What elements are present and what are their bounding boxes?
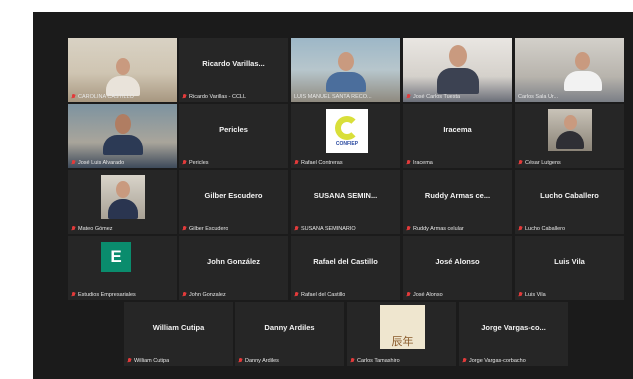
participant-display-name: Pericles — [219, 125, 248, 134]
participant-display-name: Ricardo Varillas... — [202, 59, 265, 68]
participant-name-label: Estudios Empresariales — [71, 292, 174, 298]
muted-mic-icon — [71, 94, 76, 100]
muted-mic-icon — [406, 160, 411, 166]
participant-tile[interactable]: Lucho Caballero Lucho Caballero — [515, 170, 624, 234]
participant-tile[interactable]: José Alonso José Alonso — [403, 236, 512, 300]
participant-name-label: Lucho Caballero — [518, 226, 621, 232]
participant-tile[interactable]: Rafael del Castillo Rafael del Castillo — [291, 236, 400, 300]
muted-mic-icon — [294, 292, 299, 298]
participant-tile[interactable]: Danny Ardiles Danny Ardiles — [235, 302, 344, 366]
participant-tile[interactable]: 辰年 Carlos Tamashiro — [347, 302, 456, 366]
participant-name-label: Ruddy Armas celular — [406, 226, 509, 232]
participant-tile[interactable]: Iracema Iracema — [403, 104, 512, 168]
participant-display-name: William Cutipa — [152, 323, 205, 332]
participant-figure — [436, 45, 479, 94]
avatar-letter: E — [101, 242, 131, 272]
participant-display-name: John González — [207, 257, 260, 266]
participant-display-name: Ruddy Armas ce... — [424, 191, 491, 200]
participant-name-label: Rafael Contreras — [294, 160, 397, 166]
participant-display-name: Jorge Vargas-co... — [481, 323, 546, 332]
participant-tile[interactable]: E Estudios Empresariales — [68, 236, 177, 300]
muted-mic-icon — [518, 160, 523, 166]
muted-mic-icon — [127, 358, 132, 364]
participant-name-label: Rafael del Castillo — [294, 292, 397, 298]
participant-profile-art: 辰年 — [380, 305, 425, 349]
participant-name-label: Pericles — [182, 160, 285, 166]
participant-name-label: César Lutgens — [518, 160, 621, 166]
participant-name-label: LUIS MANUEL SANTA RECO... — [294, 94, 372, 100]
muted-mic-icon — [182, 226, 187, 232]
confiep-logo: CONFIEP — [326, 109, 368, 153]
participant-tile[interactable]: Jorge Vargas-co... Jorge Vargas-corbacho — [459, 302, 568, 366]
muted-mic-icon — [71, 226, 76, 232]
muted-mic-icon — [294, 160, 299, 166]
participant-name-label: Jorge Vargas-corbacho — [462, 358, 565, 364]
muted-mic-icon — [350, 358, 355, 364]
muted-mic-icon — [518, 226, 523, 232]
participant-photo — [101, 175, 145, 219]
participant-tile[interactable]: CAROLINA CASTILLO — [68, 38, 177, 102]
participant-tile-active-speaker[interactable]: LUIS MANUEL SANTA RECO... — [291, 38, 400, 102]
muted-mic-icon — [406, 292, 411, 298]
participant-name-label: Carlos Tamashiro — [350, 358, 453, 364]
participant-display-name: José Alonso — [435, 257, 480, 266]
participant-display-name: Rafael del Castillo — [313, 257, 378, 266]
participant-name-label: José Luis Alvarado — [71, 160, 174, 166]
muted-mic-icon — [182, 94, 187, 100]
participant-name-label: José Alonso — [406, 292, 509, 298]
participant-name-label: William Cutipa — [127, 358, 230, 364]
participant-tile[interactable]: José Carlos Tuesta — [403, 38, 512, 102]
muted-mic-icon — [294, 226, 299, 232]
participant-name-label: Mateo Gómez — [71, 226, 174, 232]
participant-name-label: Ricardo Varillas - CCLL — [182, 94, 285, 100]
participant-figure — [563, 52, 602, 91]
participant-display-name: Luis Vila — [554, 257, 585, 266]
participant-figure — [102, 114, 143, 155]
participant-photo — [548, 109, 592, 151]
muted-mic-icon — [518, 292, 523, 298]
participant-figure — [105, 58, 140, 96]
confiep-logo-mark — [335, 115, 359, 140]
muted-mic-icon — [462, 358, 467, 364]
participant-tile[interactable]: Mateo Gómez — [68, 170, 177, 234]
participant-tile[interactable]: César Lutgens — [515, 104, 624, 168]
participant-name-label: SUSANA SEMINARIO — [294, 226, 397, 232]
participant-tile[interactable]: Ruddy Armas ce... Ruddy Armas celular — [403, 170, 512, 234]
participant-tile[interactable]: Pericles Pericles — [179, 104, 288, 168]
participant-name-label: Carlos Sala Ur... — [518, 94, 559, 100]
participant-name-label: John Gonzalez — [182, 292, 285, 298]
muted-mic-icon — [406, 94, 411, 100]
participant-tile[interactable]: Luis Vila Luis Vila — [515, 236, 624, 300]
muted-mic-icon — [406, 226, 411, 232]
participant-figure — [325, 52, 366, 92]
muted-mic-icon — [71, 292, 76, 298]
participant-tile[interactable]: CONFIEP Rafael Contreras — [291, 104, 400, 168]
participant-tile[interactable]: John González John Gonzalez — [179, 236, 288, 300]
participant-display-name: SUSANA SEMIN... — [313, 191, 378, 200]
participant-name-label: Iracema — [406, 160, 509, 166]
muted-mic-icon — [71, 160, 76, 166]
participant-display-name: Danny Ardiles — [264, 323, 315, 332]
participant-name-label: José Carlos Tuesta — [406, 94, 509, 100]
muted-mic-icon — [238, 358, 243, 364]
participant-name-label: Gilber Escudero — [182, 226, 285, 232]
participant-display-name: Gilber Escudero — [204, 191, 263, 200]
participant-tile[interactable]: William Cutipa William Cutipa — [124, 302, 233, 366]
participant-name-label: Danny Ardiles — [238, 358, 341, 364]
muted-mic-icon — [182, 160, 187, 166]
video-gallery: CAROLINA CASTILLO Ricardo Varillas... Ri… — [33, 12, 633, 379]
participant-name-label: CAROLINA CASTILLO — [71, 94, 174, 100]
participant-tile[interactable]: Ricardo Varillas... Ricardo Varillas - C… — [179, 38, 288, 102]
participant-tile[interactable]: Carlos Sala Ur... — [515, 38, 624, 102]
participant-tile[interactable]: Gilber Escudero Gilber Escudero — [179, 170, 288, 234]
participant-tile[interactable]: SUSANA SEMIN... SUSANA SEMINARIO — [291, 170, 400, 234]
muted-mic-icon — [182, 292, 187, 298]
participant-name-label: Luis Vila — [518, 292, 621, 298]
participant-display-name: Lucho Caballero — [540, 191, 599, 200]
participant-display-name: Iracema — [443, 125, 472, 134]
participant-tile[interactable]: José Luis Alvarado — [68, 104, 177, 168]
